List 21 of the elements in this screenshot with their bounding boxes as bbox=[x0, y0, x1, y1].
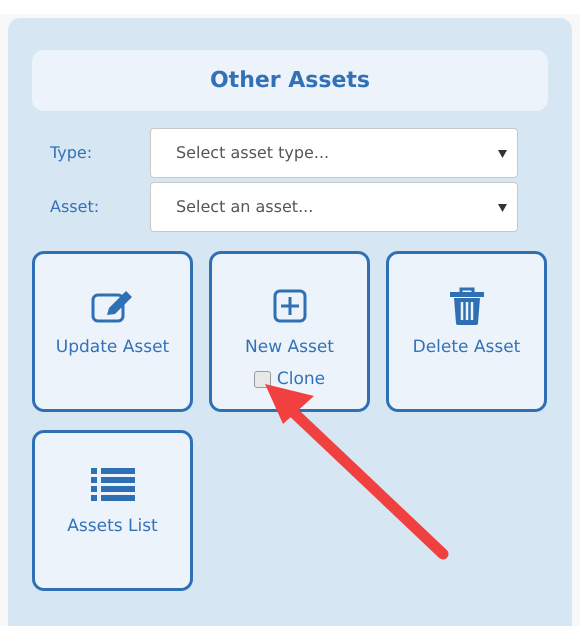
field-label: Asset: bbox=[49, 196, 100, 218]
tile-label: New Asset bbox=[245, 336, 334, 359]
caret-icon bbox=[498, 148, 507, 158]
action-tile[interactable]: Assets List bbox=[32, 430, 193, 591]
checkbox-label: Clone bbox=[276, 368, 326, 390]
edit-icon bbox=[90, 289, 134, 323]
field-label: Type: bbox=[49, 142, 94, 164]
trash-icon bbox=[450, 287, 484, 325]
tile-label: Assets List bbox=[67, 515, 158, 538]
caret-icon bbox=[498, 202, 507, 212]
select-field[interactable]: Select asset type... bbox=[150, 128, 518, 178]
list-icon bbox=[90, 468, 134, 502]
clone-checkbox[interactable] bbox=[254, 370, 271, 388]
action-tile[interactable]: Update Asset bbox=[32, 251, 193, 412]
action-tile[interactable]: Delete Asset bbox=[386, 251, 547, 412]
tile-label: Update Asset bbox=[56, 336, 170, 359]
select-field[interactable]: Select an asset... bbox=[150, 182, 518, 232]
panel-title: Other Assets bbox=[210, 67, 370, 95]
action-tile[interactable]: New Asset Clone bbox=[209, 251, 370, 412]
tile-label: Delete Asset bbox=[412, 336, 520, 359]
add-icon bbox=[272, 289, 306, 323]
